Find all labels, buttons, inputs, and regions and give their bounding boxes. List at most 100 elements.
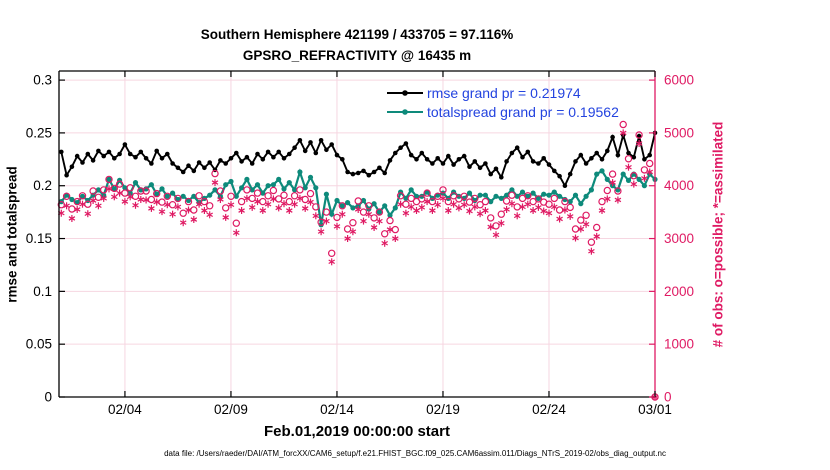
- possible-marker: [207, 203, 213, 209]
- legend-label-totalspread: totalspread grand pr = 0.19562: [427, 104, 619, 120]
- rmse-marker: [117, 152, 122, 157]
- legend-marker: [402, 90, 408, 96]
- possible-marker: [599, 199, 605, 205]
- x-tick-label: 02/14: [320, 402, 354, 417]
- rmse-marker: [160, 156, 165, 161]
- y-left-tick-label: 0.1: [33, 284, 52, 299]
- possible-marker: [297, 187, 303, 193]
- legend-item-totalspread: totalspread grand pr = 0.19562: [386, 102, 619, 121]
- rmse-marker: [245, 155, 250, 160]
- x-tick-label: 02/24: [532, 402, 566, 417]
- rmse-marker: [388, 158, 393, 163]
- y-right-tick-label: 3000: [664, 231, 694, 246]
- rmse-marker: [229, 156, 234, 161]
- totalspread-marker: [334, 198, 339, 203]
- legend: rmse grand pr = 0.21974 totalspread gran…: [386, 83, 619, 121]
- rmse-marker: [531, 159, 536, 164]
- possible-marker: [647, 160, 653, 166]
- totalspread-marker: [393, 205, 398, 210]
- rmse-marker: [367, 173, 372, 178]
- possible-marker: [387, 218, 393, 224]
- rmse-marker: [340, 157, 345, 162]
- rmse-marker: [547, 162, 552, 167]
- rmse-marker: [435, 156, 440, 161]
- legend-sample-rmse-line: [386, 87, 424, 99]
- totalspread-marker: [297, 169, 302, 174]
- totalspread-marker: [594, 172, 599, 177]
- rmse-marker: [398, 145, 403, 150]
- rmse-marker: [64, 173, 69, 178]
- possible-marker: [392, 227, 398, 233]
- rmse-marker: [101, 154, 106, 159]
- rmse-marker: [154, 149, 159, 154]
- plot-area: 02/0402/0902/1402/1902/2403/0100.050.10.…: [0, 0, 830, 470]
- rmse-marker: [494, 167, 499, 172]
- totalspread-marker: [345, 200, 350, 205]
- rmse-marker: [181, 170, 186, 175]
- possible-marker: [270, 187, 276, 193]
- possible-marker: [488, 215, 494, 221]
- rmse-marker: [404, 141, 409, 146]
- rmse-marker: [287, 152, 292, 157]
- y-left-tick-label: 0.05: [26, 337, 52, 352]
- legend-label-rmse: rmse grand pr = 0.21974: [427, 85, 581, 101]
- rmse-marker: [70, 164, 75, 169]
- rmse-marker: [430, 161, 435, 166]
- rmse-marker: [123, 142, 128, 147]
- rmse-marker: [112, 156, 117, 161]
- rmse-marker: [499, 175, 504, 180]
- possible-marker: [557, 207, 563, 213]
- rmse-marker: [557, 174, 562, 179]
- totalspread-marker: [207, 193, 212, 198]
- possible-marker: [292, 193, 298, 199]
- rmse-marker: [345, 170, 350, 175]
- rmse-marker: [250, 161, 255, 166]
- rmse-marker: [86, 152, 91, 157]
- possible-marker: [132, 193, 138, 199]
- totalspread-marker: [133, 180, 138, 185]
- rmse-marker: [483, 161, 488, 166]
- rmse-marker: [261, 157, 266, 162]
- rmse-marker: [478, 166, 483, 171]
- totalspread-marker: [605, 177, 610, 182]
- totalspread-marker: [478, 193, 483, 198]
- y-left-tick-label: 0.25: [26, 125, 52, 140]
- possible-marker: [514, 204, 520, 210]
- possible-marker: [403, 201, 409, 207]
- totalspread-marker: [244, 177, 249, 182]
- rmse-marker: [107, 150, 112, 155]
- possible-marker: [196, 193, 202, 199]
- possible-marker: [180, 210, 186, 216]
- possible-marker: [69, 206, 75, 212]
- y-right-tick-label: 1000: [664, 337, 694, 352]
- rmse-marker: [515, 145, 520, 150]
- y-axis-label-right: # of obs: o=possible; *=assimilated: [711, 95, 726, 375]
- possible-marker: [567, 204, 573, 210]
- totalspread-marker: [276, 177, 281, 182]
- rmse-marker: [329, 142, 334, 147]
- rmse-marker: [239, 159, 244, 164]
- rmse-marker: [308, 140, 313, 145]
- rmse-marker: [324, 148, 329, 153]
- rmse-marker: [218, 158, 223, 163]
- x-tick-label: 02/09: [214, 402, 248, 417]
- possible-marker: [482, 199, 488, 205]
- y-right-tick-label: 2000: [664, 284, 694, 299]
- rmse-marker: [563, 183, 568, 188]
- totalspread-marker: [578, 201, 583, 206]
- rmse-marker: [292, 145, 297, 150]
- possible-marker: [355, 198, 361, 204]
- rmse-marker: [462, 154, 467, 159]
- rmse-marker: [642, 157, 647, 162]
- rmse-marker: [303, 149, 308, 154]
- rmse-marker: [80, 160, 85, 165]
- rmse-marker: [59, 150, 64, 155]
- rmse-marker: [351, 172, 356, 177]
- y-right-tick-label: 4000: [664, 178, 694, 193]
- totalspread-marker: [228, 179, 233, 184]
- possible-marker: [583, 212, 589, 218]
- totalspread-marker: [308, 175, 313, 180]
- rmse-marker: [536, 161, 541, 166]
- data-file-caption: data file: /Users/raeder/DAI/ATM_forcXX/…: [0, 449, 830, 458]
- totalspread-marker: [541, 192, 546, 197]
